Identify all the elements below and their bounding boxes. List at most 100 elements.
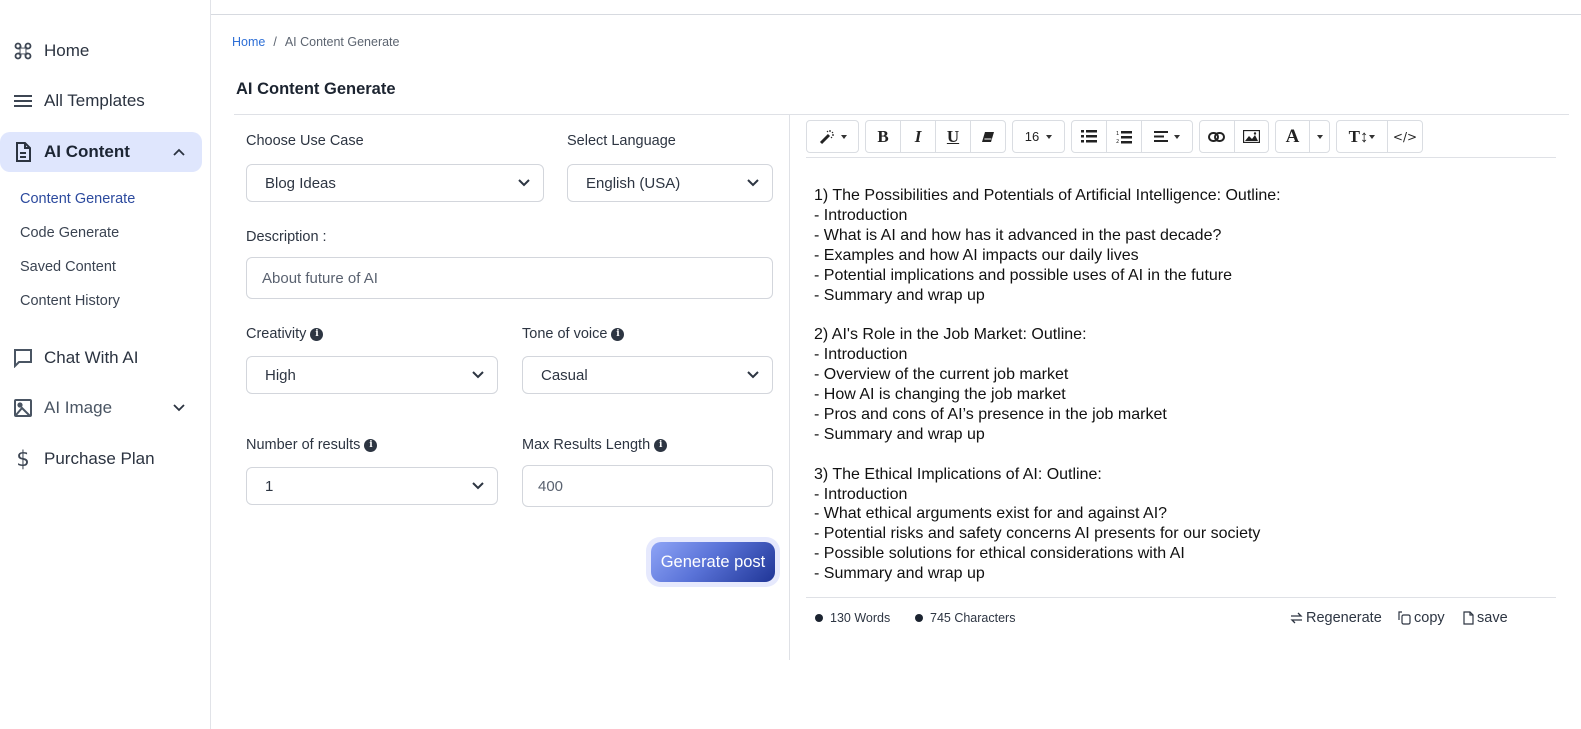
toolbar-divider: [806, 157, 1556, 158]
svg-text:2: 2: [1116, 139, 1119, 144]
column-divider: [789, 114, 790, 660]
outline-line: - Potential implications and possible us…: [814, 266, 1233, 284]
bullet-dot-icon: [915, 614, 923, 622]
toolbar-group-insert: [1199, 120, 1269, 153]
copy-button[interactable]: copy: [1398, 610, 1445, 626]
font-size-value: 16: [1024, 129, 1040, 144]
copy-label: copy: [1414, 610, 1445, 626]
page-title: AI Content Generate: [236, 80, 396, 98]
word-count-text: 130 Words: [830, 611, 891, 625]
breadcrumb-home-link[interactable]: Home: [232, 35, 265, 49]
info-icon[interactable]: i: [654, 438, 668, 452]
unordered-list-button[interactable]: [1072, 121, 1107, 152]
creativity-label: Creativity i: [246, 326, 324, 342]
sidebar-item-ai-image[interactable]: AI Image: [0, 388, 202, 428]
eraser-icon: [982, 131, 994, 142]
outline-line: - Summary and wrap up: [814, 286, 985, 304]
sidebar-item-chat-with-ai[interactable]: Chat With AI: [0, 338, 202, 378]
sidebar-item-label: Purchase Plan: [44, 449, 155, 468]
outline-line: - Summary and wrap up: [814, 425, 985, 443]
chevron-up-icon: [170, 143, 188, 161]
copy-icon: [1398, 611, 1411, 625]
chevron-down-icon: [170, 399, 188, 417]
generate-post-button[interactable]: Generate post: [651, 542, 775, 582]
sidebar-item-purchase-plan[interactable]: $ Purchase Plan: [0, 439, 202, 479]
bold-button[interactable]: B: [866, 121, 901, 152]
outline-line: - How AI is changing the job market: [814, 386, 1066, 404]
num-results-label: Number of results i: [246, 437, 378, 453]
line-height-dropdown[interactable]: T↕: [1337, 121, 1388, 152]
sidebar: Home All Templates AI Content Content Ge…: [0, 0, 211, 729]
max-length-label-text: Max Results Length: [522, 437, 651, 453]
sidebar-item-ai-content[interactable]: AI Content: [0, 132, 202, 172]
image-button[interactable]: [1235, 121, 1269, 152]
underline-button[interactable]: U: [936, 121, 971, 152]
magic-wand-icon: [819, 129, 834, 144]
num-results-select[interactable]: 1: [246, 467, 498, 505]
outline-line: - What ethical arguments exist for and a…: [814, 505, 1168, 523]
outline-heading: 1) The Possibilities and Potentials of A…: [814, 187, 1281, 204]
tone-select[interactable]: Casual: [522, 356, 773, 394]
sidebar-subitem-saved-content[interactable]: Saved Content: [20, 259, 116, 275]
regenerate-button[interactable]: Regenerate: [1290, 610, 1382, 626]
link-button[interactable]: [1200, 121, 1235, 152]
chat-icon: [12, 347, 34, 369]
info-icon[interactable]: i: [364, 438, 378, 452]
menu-icon: [12, 90, 34, 112]
code-view-button[interactable]: </>: [1388, 121, 1422, 152]
use-case-select[interactable]: Blog Ideas: [246, 164, 544, 202]
eraser-button[interactable]: [971, 121, 1005, 152]
sidebar-item-all-templates[interactable]: All Templates: [0, 81, 202, 121]
creativity-select[interactable]: High: [246, 356, 498, 394]
sidebar-subitem-content-generate[interactable]: Content Generate: [20, 191, 135, 207]
italic-button[interactable]: I: [901, 121, 936, 152]
bullet-dot-icon: [815, 614, 823, 622]
dollar-icon: $: [16, 447, 30, 471]
info-icon[interactable]: i: [310, 327, 324, 341]
sidebar-subitem-code-generate[interactable]: Code Generate: [20, 225, 119, 241]
creativity-value: High: [265, 366, 296, 384]
toolbar-group-format: B I U: [865, 120, 1006, 153]
title-divider: [234, 114, 1569, 115]
sidebar-item-home[interactable]: Home: [0, 31, 202, 71]
description-input[interactable]: About future of AI: [246, 257, 773, 299]
language-value: English (USA): [586, 174, 681, 192]
sidebar-item-label: AI Content: [44, 142, 130, 161]
font-color-button[interactable]: A: [1276, 121, 1310, 152]
max-length-value: 400: [538, 477, 564, 495]
language-label-text: Select Language: [567, 133, 676, 149]
sidebar-subitem-content-history[interactable]: Content History: [20, 293, 120, 309]
chevron-down-icon: [472, 482, 484, 490]
outline-line: - Potential risks and safety concerns AI…: [814, 525, 1261, 543]
outline-line: - Overview of the current job market: [814, 366, 1069, 384]
align-dropdown[interactable]: [1142, 121, 1192, 152]
ordered-list-button[interactable]: 12: [1107, 121, 1142, 152]
chevron-down-icon: [747, 179, 759, 187]
breadcrumb-separator: /: [273, 35, 277, 49]
font-size-dropdown[interactable]: 16: [1013, 121, 1064, 152]
unordered-list-icon: [1081, 130, 1097, 143]
description-label-text: Description :: [246, 229, 327, 245]
language-select[interactable]: English (USA): [567, 164, 773, 202]
font-color-dropdown[interactable]: [1310, 121, 1329, 152]
file-icon: [1463, 611, 1474, 625]
toolbar-group-misc: T↕ </>: [1336, 120, 1423, 153]
save-button[interactable]: save: [1463, 610, 1508, 626]
outline-line: - Introduction: [814, 206, 908, 224]
outline-heading: 2) AI's Role in the Job Market: Outline:: [814, 326, 1087, 344]
picture-icon: [1242, 130, 1260, 143]
max-length-input[interactable]: 400: [522, 465, 773, 507]
language-label: Select Language: [567, 133, 676, 149]
creativity-label-text: Creativity: [246, 326, 307, 342]
magic-wand-button[interactable]: [807, 121, 858, 152]
editor-content[interactable]: 1) The Possibilities and Potentials of A…: [814, 186, 1554, 604]
editor-paragraph: 2) AI's Role in the Job Market: Outline:…: [814, 325, 1554, 444]
editor-paragraph: 1) The Possibilities and Potentials of A…: [814, 186, 1554, 305]
use-case-label-text: Choose Use Case: [246, 133, 364, 149]
regenerate-label: Regenerate: [1306, 610, 1382, 626]
outline-line: - Possible solutions for ethical conside…: [814, 545, 1185, 563]
toolbar-group-color: A: [1275, 120, 1330, 153]
info-icon[interactable]: i: [611, 327, 625, 341]
outline-heading: 3) The Ethical Implications of AI: Outli…: [814, 465, 1102, 483]
outline-line: - Summary and wrap up: [814, 565, 985, 583]
